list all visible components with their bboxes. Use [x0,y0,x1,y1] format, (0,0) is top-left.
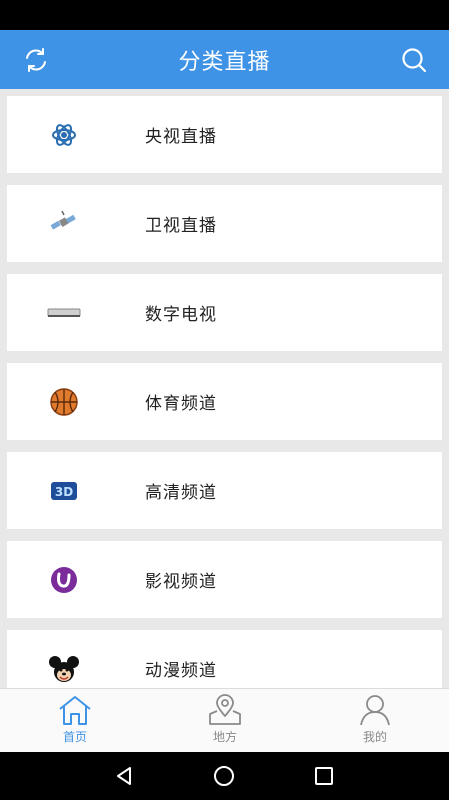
back-icon [117,767,131,785]
category-row-satellite[interactable]: 卫视直播 [7,185,442,262]
home-button[interactable] [194,758,254,794]
tab-label: 我的 [362,730,387,744]
basketball-icon [47,385,81,419]
category-label: 高清频道 [145,483,217,503]
search-icon [401,47,426,72]
category-row-film[interactable]: 影视频道 [7,541,442,618]
category-row-digital-tv[interactable]: 数字电视 [7,274,442,351]
tab-mine[interactable]: 我的 [300,689,449,752]
category-label: 体育频道 [145,394,217,414]
page-title: 分类直播 [178,49,271,75]
category-label: 影视频道 [145,572,217,592]
category-label: 卫视直播 [145,216,217,236]
tab-label: 地方 [212,730,237,744]
category-row-hd[interactable]: 3D 高清频道 [7,452,442,529]
category-label: 央视直播 [145,127,217,147]
satellite-icon [47,207,81,241]
category-label: 动漫频道 [145,661,217,681]
system-nav-bar [0,752,449,800]
bottom-tab-bar: 首页 地方 我的 [0,688,449,752]
mickey-icon [47,652,81,686]
tab-home[interactable]: 首页 [0,689,150,752]
refresh-icon [25,47,46,72]
svg-text:3D: 3D [55,485,73,499]
person-icon [360,695,390,726]
category-list[interactable]: 央视直播 卫视直播 数字电视 体育频道 3D 高清频道 影视频道 动漫频道 [0,89,449,688]
status-bar [0,0,449,30]
recents-icon [315,767,333,785]
back-button[interactable] [94,758,154,794]
tab-local[interactable]: 地方 [150,689,300,752]
recents-button[interactable] [294,758,354,794]
set-top-box-icon [47,296,81,330]
home-icon [59,696,91,725]
home-circle-icon [214,766,234,786]
atom-icon [47,118,81,152]
app-header: 分类直播 [0,30,449,89]
film-logo-icon [47,563,81,597]
category-row-anime[interactable]: 动漫频道 [7,630,442,688]
category-row-cctv[interactable]: 央视直播 [7,96,442,173]
refresh-button[interactable] [6,30,65,89]
location-icon [209,694,241,725]
tab-label: 首页 [62,730,87,744]
search-button[interactable] [384,30,443,89]
category-label: 数字电视 [145,305,217,325]
3d-icon: 3D [47,474,81,508]
category-row-sports[interactable]: 体育频道 [7,363,442,440]
